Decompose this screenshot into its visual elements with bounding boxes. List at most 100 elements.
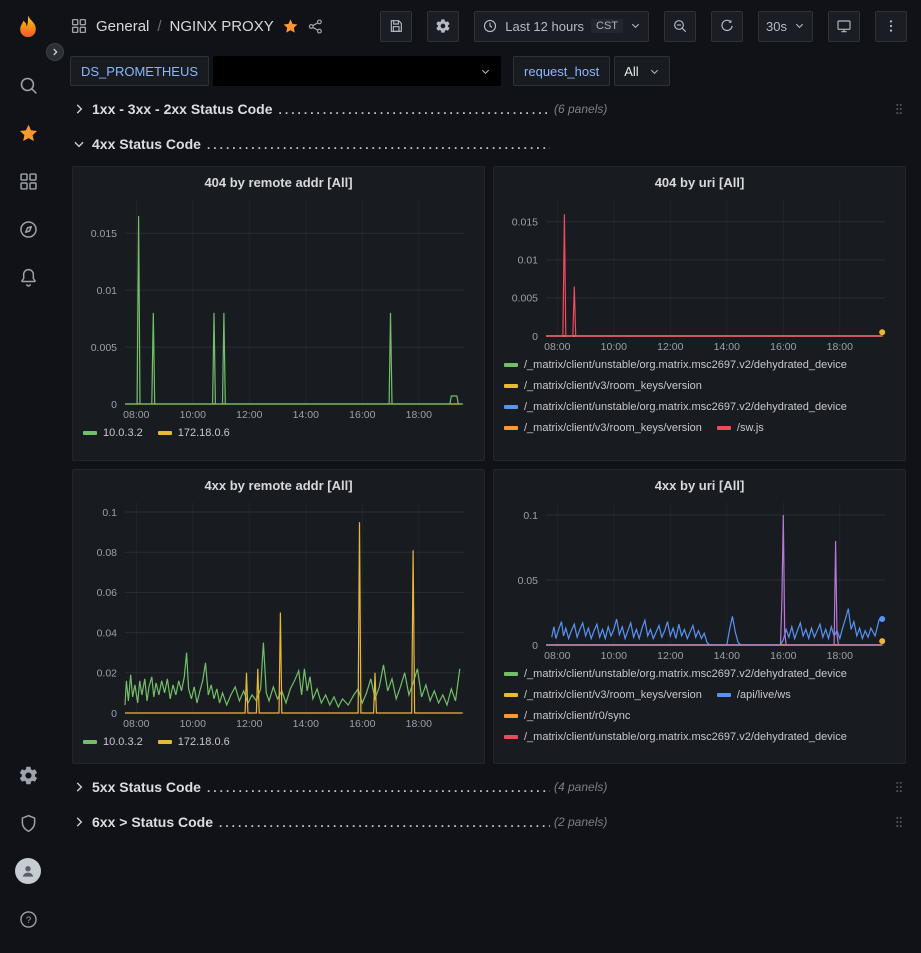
svg-text:0.06: 0.06 xyxy=(97,587,118,599)
help-icon[interactable]: ? xyxy=(8,895,48,943)
legend-item[interactable]: 10.0.3.2 xyxy=(83,425,143,441)
legend-item[interactable]: 172.18.0.6 xyxy=(158,734,230,750)
refresh-interval-dropdown[interactable]: 30s xyxy=(758,11,813,42)
svg-text:0.005: 0.005 xyxy=(512,293,538,305)
legend-item[interactable]: /_matrix/client/unstable/org.matrix.msc2… xyxy=(504,729,847,745)
legend-swatch xyxy=(158,740,172,744)
breadcrumb-dashboard-title[interactable]: NGINX PROXY xyxy=(170,18,274,35)
row-title: 1xx - 3xx - 2xx Status Code xyxy=(92,101,273,117)
dashboards-grid-icon xyxy=(70,17,88,35)
dashboards-icon[interactable] xyxy=(8,157,48,205)
save-dashboard-button[interactable] xyxy=(380,11,412,42)
svg-text:0.005: 0.005 xyxy=(91,342,117,354)
panel-title[interactable]: 404 by remote addr [All] xyxy=(83,171,474,192)
chevron-down-icon xyxy=(794,19,805,34)
zoom-out-button[interactable] xyxy=(664,11,696,42)
legend-swatch xyxy=(717,693,731,697)
configuration-gear-icon[interactable] xyxy=(8,751,48,799)
legend-item[interactable]: 172.18.0.6 xyxy=(158,425,230,441)
legend-item[interactable]: /sw.js xyxy=(717,420,764,436)
clock-icon xyxy=(482,18,498,34)
time-range-picker[interactable]: Last 12 hours CST xyxy=(474,11,649,42)
panel-title[interactable]: 4xx by remote addr [All] xyxy=(83,474,474,495)
row-header-6xx[interactable]: 6xx > Status Code ......................… xyxy=(72,809,906,835)
dashboard-header: General / NGINX PROXY Last 12 hours CST … xyxy=(56,0,921,52)
legend-item[interactable]: /_matrix/client/v3/room_keys/version xyxy=(504,687,702,703)
chevron-down-icon xyxy=(649,66,660,77)
timeseries-chart[interactable]: 00.0050.010.01508:0010:0012:0014:0016:00… xyxy=(83,192,474,422)
row-title: 5xx Status Code xyxy=(92,779,201,795)
row-drag-handle[interactable] xyxy=(892,814,906,830)
svg-text:12:00: 12:00 xyxy=(236,718,262,730)
svg-text:14:00: 14:00 xyxy=(293,718,319,730)
svg-text:0: 0 xyxy=(111,399,117,411)
refresh-button[interactable] xyxy=(711,11,743,42)
svg-text:08:00: 08:00 xyxy=(123,718,149,730)
avatar-circle xyxy=(15,858,41,884)
dashboard-settings-button[interactable] xyxy=(427,11,459,42)
svg-text:16:00: 16:00 xyxy=(770,341,796,353)
svg-text:18:00: 18:00 xyxy=(406,409,432,421)
row-header-5xx[interactable]: 5xx Status Code ........................… xyxy=(72,774,906,800)
grafana-logo[interactable] xyxy=(8,9,48,49)
row-leader-dots: ........................................… xyxy=(201,781,550,795)
user-avatar[interactable] xyxy=(8,847,48,895)
svg-text:18:00: 18:00 xyxy=(827,341,853,353)
legend-swatch xyxy=(504,405,518,409)
request-host-dropdown[interactable]: All xyxy=(614,56,669,86)
explore-compass-icon[interactable] xyxy=(8,205,48,253)
panel-title[interactable]: 404 by uri [All] xyxy=(504,171,895,192)
favorite-star-icon[interactable] xyxy=(282,18,299,35)
timeseries-chart[interactable]: 00.050.108:0010:0012:0014:0016:0018:00 xyxy=(504,495,895,663)
legend-swatch xyxy=(158,431,172,435)
svg-text:0.08: 0.08 xyxy=(97,547,118,559)
legend-item[interactable]: /_matrix/client/v3/room_keys/version xyxy=(504,420,702,436)
legend-swatch xyxy=(504,363,518,367)
alerting-bell-icon[interactable] xyxy=(8,253,48,301)
row-drag-handle[interactable] xyxy=(892,779,906,795)
row-drag-handle[interactable] xyxy=(892,101,906,117)
svg-text:14:00: 14:00 xyxy=(714,650,740,662)
legend-item[interactable]: /_matrix/client/unstable/org.matrix.msc2… xyxy=(504,666,847,682)
request-host-value: All xyxy=(624,64,638,79)
svg-text:12:00: 12:00 xyxy=(657,650,683,662)
search-icon[interactable] xyxy=(8,61,48,109)
legend-item[interactable]: /api/live/ws xyxy=(717,687,791,703)
panel-legend: /_matrix/client/unstable/org.matrix.msc2… xyxy=(504,357,895,436)
legend-item[interactable]: 10.0.3.2 xyxy=(83,734,143,750)
sidebar-expand-button[interactable] xyxy=(46,43,64,61)
row-header-1xx-3xx-2xx[interactable]: 1xx - 3xx - 2xx Status Code ............… xyxy=(72,96,906,122)
legend-item[interactable]: /_matrix/client/r0/sync xyxy=(504,708,630,724)
legend-item[interactable]: /_matrix/client/unstable/org.matrix.msc2… xyxy=(504,399,847,415)
svg-text:18:00: 18:00 xyxy=(827,650,853,662)
sidebar: ? xyxy=(0,0,56,953)
breadcrumb: General / NGINX PROXY xyxy=(70,17,324,35)
chevron-right-icon xyxy=(72,102,86,116)
breadcrumb-section[interactable]: General xyxy=(96,18,149,35)
refresh-interval-label: 30s xyxy=(766,19,787,34)
breadcrumb-separator: / xyxy=(157,18,161,35)
legend-swatch xyxy=(504,426,518,430)
panel-title[interactable]: 4xx by uri [All] xyxy=(504,474,895,495)
kebab-menu-button[interactable] xyxy=(875,11,907,42)
legend-item[interactable]: /_matrix/client/v3/room_keys/version xyxy=(504,378,702,394)
svg-text:0.1: 0.1 xyxy=(102,507,117,519)
ds-prometheus-dropdown[interactable] xyxy=(213,56,501,86)
svg-text:12:00: 12:00 xyxy=(657,341,683,353)
timeseries-chart[interactable]: 00.0050.010.01508:0010:0012:0014:0016:00… xyxy=(504,192,895,354)
row-title: 4xx Status Code xyxy=(92,136,201,152)
tv-cycle-view-button[interactable] xyxy=(828,11,860,42)
starred-dashboards-icon[interactable] xyxy=(8,109,48,157)
share-icon[interactable] xyxy=(307,18,324,35)
svg-text:0.04: 0.04 xyxy=(97,627,118,639)
svg-text:10:00: 10:00 xyxy=(180,718,206,730)
panels-grid-4xx: 404 by remote addr [All] 00.0050.010.015… xyxy=(72,166,906,764)
legend-item[interactable]: /_matrix/client/unstable/org.matrix.msc2… xyxy=(504,357,847,373)
timeseries-chart[interactable]: 00.020.040.060.080.108:0010:0012:0014:00… xyxy=(83,495,474,731)
svg-text:10:00: 10:00 xyxy=(180,409,206,421)
panel-legend: /_matrix/client/unstable/org.matrix.msc2… xyxy=(504,666,895,745)
svg-text:10:00: 10:00 xyxy=(601,650,627,662)
row-header-4xx[interactable]: 4xx Status Code ........................… xyxy=(72,131,906,157)
timezone-badge: CST xyxy=(591,19,623,33)
server-admin-shield-icon[interactable] xyxy=(8,799,48,847)
